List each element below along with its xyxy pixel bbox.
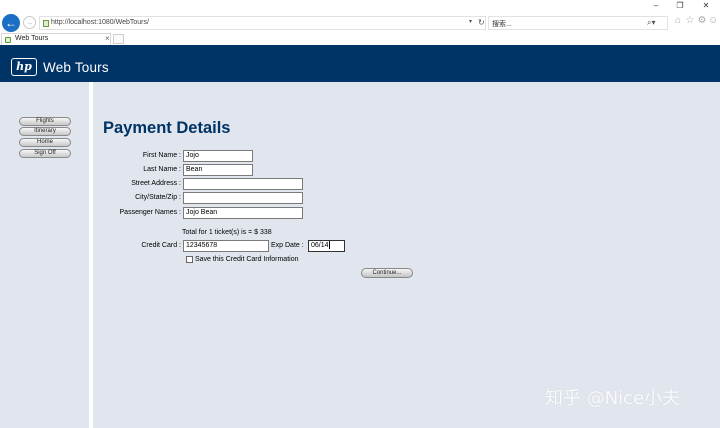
window-title-bar: – ❐ ✕	[0, 0, 720, 12]
url-dropdown-icon[interactable]: ▾	[469, 18, 472, 25]
main-content: Payment Details First Name : Jojo Last N…	[93, 82, 720, 428]
address-bar[interactable]: http://localhost:1080/WebTours/ ▾ ↻	[39, 16, 486, 30]
exp-date-value: 06/14	[311, 242, 329, 249]
site-header: hp Web Tours	[0, 45, 720, 82]
back-arrow-icon: ←	[5, 16, 17, 30]
home-icon[interactable]: ⌂	[672, 15, 684, 26]
continue-button[interactable]: Continue...	[361, 268, 413, 278]
search-placeholder: 搜索...	[492, 21, 512, 28]
new-tab-button[interactable]	[113, 34, 124, 44]
last-name-field[interactable]: Bean	[183, 164, 253, 176]
search-input[interactable]: 搜索... ⌕▾	[488, 16, 668, 30]
passenger-names-field[interactable]: Jojo Bean	[183, 207, 303, 219]
exp-date-field[interactable]: 06/14	[308, 240, 345, 252]
favorites-icon[interactable]: ☆	[684, 15, 696, 26]
minimize-button[interactable]: –	[647, 1, 665, 11]
site-title: Web Tours	[43, 60, 109, 75]
tab-favicon-icon	[5, 37, 11, 43]
tab-web-tours[interactable]: Web Tours ×	[1, 33, 111, 45]
tab-strip: Web Tours ×	[0, 33, 720, 45]
flights-button[interactable]: Flights	[19, 117, 71, 126]
tab-close-icon[interactable]: ×	[105, 34, 110, 43]
city-state-zip-field[interactable]	[183, 192, 303, 204]
exp-date-label: Exp Date :	[271, 242, 304, 249]
city-state-zip-label: City/State/Zip :	[135, 194, 181, 201]
page-title: Payment Details	[103, 119, 231, 137]
home-button[interactable]: Home	[19, 138, 71, 147]
itinerary-button[interactable]: Itinerary	[19, 127, 71, 136]
nav-sidebar: Flights Itinerary Home Sign Off	[0, 82, 89, 428]
back-button[interactable]: ←	[2, 14, 20, 32]
credit-card-field[interactable]: 12345678	[183, 240, 269, 252]
street-address-field[interactable]	[183, 178, 303, 190]
first-name-field[interactable]: Jojo	[183, 150, 253, 162]
total-price-text: Total for 1 ticket(s) is = $ 338	[182, 229, 272, 236]
page-icon	[43, 20, 49, 27]
last-name-label: Last Name :	[143, 166, 181, 173]
street-address-label: Street Address :	[131, 180, 181, 187]
hp-logo: hp	[11, 58, 37, 76]
save-card-checkbox[interactable]	[186, 256, 193, 263]
forward-button[interactable]: →	[23, 16, 36, 29]
feedback-smiley-icon[interactable]: ☺	[707, 15, 719, 26]
address-row: ← → http://localhost:1080/WebTours/ ▾ ↻ …	[0, 12, 720, 33]
first-name-label: First Name :	[142, 152, 181, 159]
restore-button[interactable]: ❐	[671, 1, 689, 11]
watermark: 知乎 @Nice小夫	[545, 388, 681, 409]
sign-off-button[interactable]: Sign Off	[19, 149, 71, 158]
passenger-names-label: Passenger Names :	[119, 209, 181, 216]
refresh-icon[interactable]: ↻	[478, 18, 485, 27]
close-window-button[interactable]: ✕	[697, 1, 715, 11]
url-text[interactable]: http://localhost:1080/WebTours/	[51, 19, 149, 26]
text-cursor	[328, 241, 330, 250]
forward-arrow-icon: →	[25, 18, 34, 27]
save-card-label: Save this Credit Card Information	[195, 256, 299, 263]
credit-card-label: Credit Card :	[141, 242, 181, 249]
search-icon[interactable]: ⌕▾	[647, 18, 656, 28]
tab-label: Web Tours	[15, 35, 49, 42]
